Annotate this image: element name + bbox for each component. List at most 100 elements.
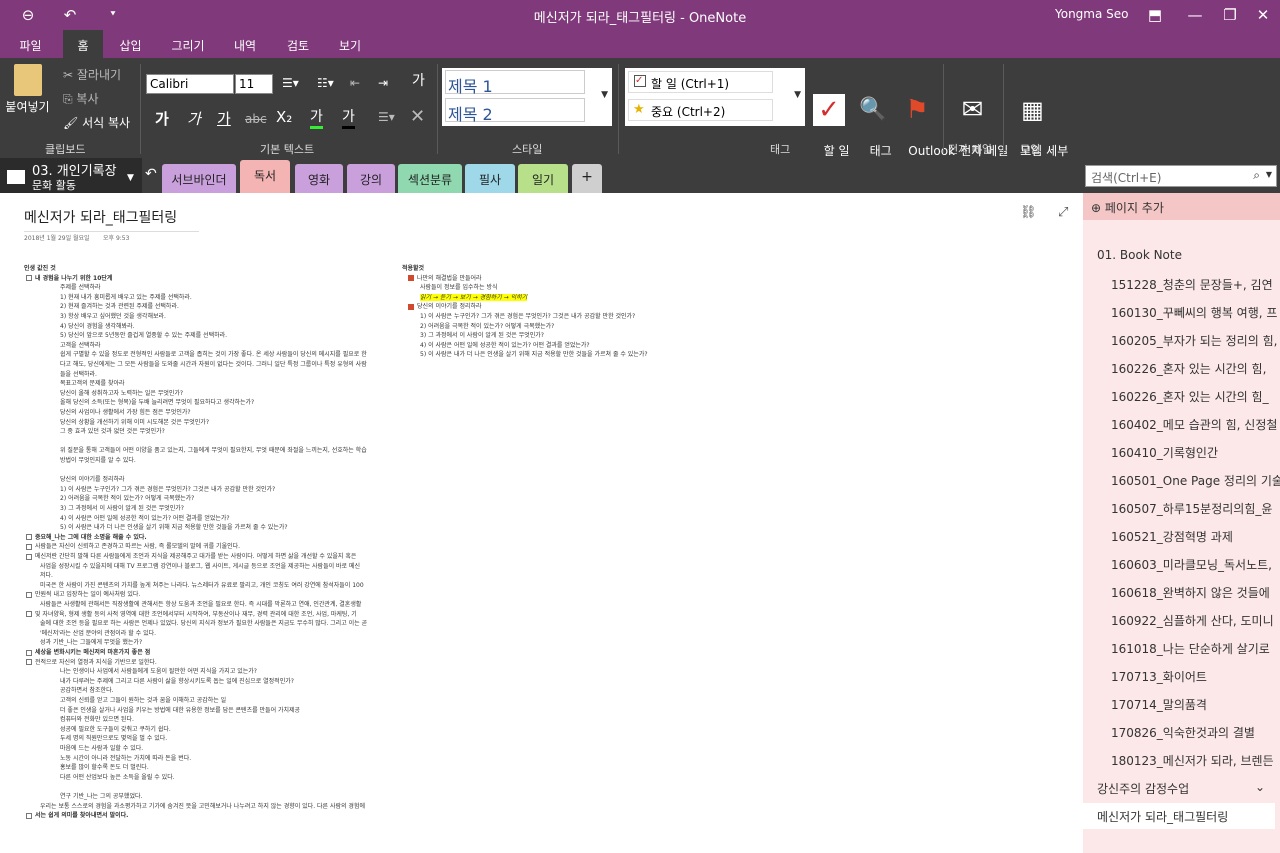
tag-todo[interactable]: ✓ 할 일 (Ctrl+1) xyxy=(628,71,773,93)
page-canvas[interactable]: 메신저가 되라_태그필터링 2018년 1월 29일 월요일 오후 9:53 ⛓… xyxy=(0,193,1083,853)
note-line[interactable]: 주제를 선택하라 xyxy=(60,284,101,292)
italic-button[interactable]: 가 xyxy=(187,108,201,129)
note-line[interactable]: 컴퓨터와 전화만 있으면 된다. xyxy=(60,716,134,724)
search-icon[interactable]: ⌕ xyxy=(1253,168,1260,183)
note-line[interactable]: 5) 당신이 앞으로 5년동안 즐겁게 열중할 수 있는 주제를 선택하라. xyxy=(60,332,227,340)
page-title[interactable]: 메신저가 되라_태그필터링 xyxy=(24,207,199,232)
note-line[interactable]: 방법이 무엇인지를 알 수 있다. xyxy=(60,457,136,465)
checkbox-icon[interactable] xyxy=(26,591,32,598)
note-line[interactable]: 사람들이 정보를 입수하는 방식 xyxy=(420,284,497,292)
note-line[interactable]: 만원씩 내고 입장하는 일이 예사처럼 있다. xyxy=(26,591,140,599)
add-page-button[interactable]: ⊕ 페이지 추가 xyxy=(1083,193,1280,220)
section-group-back-icon[interactable]: ↶ xyxy=(145,166,157,182)
page-list-item[interactable]: 160402_메모 습관의 힘, 신정철 xyxy=(1111,416,1280,433)
font-color-button[interactable]: 가 xyxy=(342,106,355,129)
note-line[interactable]: 저다. xyxy=(40,572,53,580)
outdent-icon[interactable]: ⇤ xyxy=(350,76,360,90)
note-line[interactable]: 당신이 올해 성취하고자 노력하는 일은 무엇인가? xyxy=(60,390,183,398)
bold-button[interactable]: 가 xyxy=(155,108,169,129)
tab-home[interactable]: 홈 xyxy=(63,30,103,58)
note-line[interactable]: 고객의 신뢰를 얻고 그들이 원하는 것과 꿈을 이해하고 공감하는 일 xyxy=(60,697,226,705)
page-list-item[interactable]: 160603_미라클모닝_독서노트, xyxy=(1111,556,1280,573)
underline-button[interactable]: 가 xyxy=(217,108,231,129)
note-line[interactable]: 공감하면서 참조한다. xyxy=(60,687,114,695)
checkbox-icon[interactable] xyxy=(26,275,32,282)
note-line[interactable]: 내가 다루려는 주제에 그리고 다른 사람이 삶을 향상시키도록 돕는 일에 진… xyxy=(60,678,294,686)
note-line[interactable]: 4) 이 사람은 어떤 일에 성공한 적이 있는가? 어떤 결과를 얻었는가? xyxy=(60,515,230,523)
section-tab-movies[interactable]: 영화 xyxy=(295,164,343,193)
note-line[interactable]: 및 자녀양육, 형제 생활 등의 사적 영역에 대한 조언에서부터 시작하여, … xyxy=(26,611,357,619)
close-icon[interactable]: ✕ xyxy=(1243,0,1280,30)
note-line[interactable]: 3) 그 과정에서 이 사람이 알게 된 것은 무엇인가? xyxy=(420,332,544,340)
section-tab-classification[interactable]: 섹션분류 xyxy=(398,164,462,193)
page-list-item[interactable]: 170714_말의품격 xyxy=(1111,696,1280,713)
note-line[interactable]: 연구 기반_나는 그의 공부했었다. xyxy=(60,793,142,801)
note-line[interactable]: 당신의 사업이나 생활에서 가장 힘든 점은 무엇인가? xyxy=(60,409,191,417)
chevron-down-icon[interactable]: ▼ xyxy=(601,90,608,100)
checkbox-icon[interactable] xyxy=(26,611,32,618)
page-list-item[interactable]: 메신저가 되라_태그필터링 xyxy=(1083,803,1275,829)
note-line[interactable]: 들을 선택하라. xyxy=(60,371,97,379)
note-line[interactable]: 4) 당신이 경험을 생각해봐라. xyxy=(60,323,135,331)
page-list-item[interactable]: 160618_완벽하지 않은 것들에 xyxy=(1111,584,1280,601)
note-line[interactable]: 더 좋은 인생을 살거나 사업을 키우는 방법에 대한 유용한 정보를 담은 콘… xyxy=(60,707,300,715)
page-list-item[interactable]: 160130_꾸뻬씨의 행복 여행, 프 xyxy=(1111,304,1280,321)
note-line[interactable]: 3) 항상 배우고 싶어했던 것을 생각해보라. xyxy=(60,313,166,321)
note-line[interactable]: 위 질문을 통해 고객들이 어떤 이양을 품고 있는지, 그들에게 무엇이 필요… xyxy=(60,447,367,455)
tab-draw[interactable]: 그리기 xyxy=(163,30,213,58)
delete-icon[interactable]: ✕ xyxy=(410,106,425,127)
tab-review[interactable]: 검토 xyxy=(278,30,318,58)
page-list-item[interactable]: 160922_심플하게 산다, 도미니 xyxy=(1111,612,1280,629)
tab-insert[interactable]: 삽입 xyxy=(108,30,153,58)
note-line[interactable]: 5) 이 사람은 내가 더 나은 인생을 살기 위해 지금 적용할 만한 것들을… xyxy=(60,524,288,532)
note-line[interactable]: 목표고객의 문제를 찾아라 xyxy=(60,380,125,388)
page-list-item[interactable]: 180123_메신저가 되라, 브렌든 xyxy=(1111,752,1280,769)
note-line[interactable]: 올해 당신의 소득(또는 형복)을 두배 늘리려면 무엇이 필요하다고 생각하는… xyxy=(60,399,254,407)
page-list-item[interactable]: 160521_강점혁명 과제 xyxy=(1111,528,1280,545)
note-line[interactable]: 적용할것 xyxy=(402,265,424,273)
checkbox-icon[interactable] xyxy=(26,534,32,541)
page-list-item[interactable]: 160205_부자가 되는 정리의 힘, xyxy=(1111,332,1280,349)
style-heading-2[interactable]: 제목 2 xyxy=(445,98,585,124)
note-line[interactable]: 쉽게 구별할 수 있을 정도로 전형적인 사람들로 고객을 좁히는 것이 가장 … xyxy=(60,351,367,359)
tab-view[interactable]: 보기 xyxy=(330,30,370,58)
note-line[interactable]: 다른 어떤 산업보다 높은 소득을 올릴 수 있다. xyxy=(60,774,175,782)
user-name[interactable]: Yongma Seo xyxy=(1055,7,1129,21)
strike-button[interactable]: abc xyxy=(245,112,267,126)
note-line[interactable]: 1) 현재 내가 흥미롭게 배우고 있는 주제를 선택하라. xyxy=(60,294,192,302)
note-line[interactable]: 그 중 효과 있던 것과 없던 것은 무엇인가? xyxy=(60,428,165,436)
note-line[interactable]: 내 경험을 나누기 위한 10단계 xyxy=(26,275,112,283)
note-line[interactable]: 인생 값진 것 xyxy=(24,265,56,273)
cut-button[interactable]: ✂ 잘라내기 xyxy=(63,66,121,83)
indent-icon[interactable]: ⇥ xyxy=(378,76,388,90)
note-line[interactable]: 성공에 필요한 도구들이 갖춰고 쿠하기 쉽다. xyxy=(60,726,171,734)
tab-file[interactable]: 파일 xyxy=(8,30,53,58)
font-size-field[interactable]: 11 xyxy=(235,74,273,94)
note-line[interactable]: 2) 어려움을 극복한 적이 있는가? 어떻게 극복했는가? xyxy=(60,495,194,503)
note-line[interactable]: 당신의 이야기를 정리하라 xyxy=(60,476,125,484)
note-line[interactable]: 읽기 → 듣기 → 보기 → 경험하기 → 익히기 xyxy=(420,293,528,302)
font-name-field[interactable]: Calibri xyxy=(146,74,234,94)
checkbox-icon[interactable] xyxy=(26,649,32,656)
page-list-item[interactable]: 160226_혼자 있는 시간의 힘_ xyxy=(1111,388,1280,405)
copy-button[interactable]: ⎘ 복사 xyxy=(63,90,99,107)
chevron-down-icon[interactable]: ⌄ xyxy=(1255,780,1265,794)
note-line[interactable]: '메신저'라는 산업 분야의 관점이라 할 수 있다. xyxy=(40,630,156,638)
search-input[interactable]: 검색(Ctrl+E) ⌕ ▼ xyxy=(1085,165,1277,187)
checkbox-icon[interactable] xyxy=(26,553,32,560)
note-line[interactable]: 메신저란 간단히 말해 다른 사람들에게 조언과 지식을 제공해주고 대가를 받… xyxy=(26,553,356,561)
note-line[interactable]: 노동 시간이 아니라 전달하는 가치에 따라 돈을 번다. xyxy=(60,755,191,763)
section-tab-transcription[interactable]: 필사 xyxy=(465,164,515,193)
note-line[interactable]: 성과 기반_나는 그들에게 무엇을 했는가? xyxy=(40,639,142,647)
format-painter-button[interactable]: 🖌 서식 복사 xyxy=(63,114,130,131)
align-icon[interactable]: ☰▾ xyxy=(378,110,395,124)
expand-icon[interactable]: ⤢ xyxy=(1058,205,1068,220)
note-line[interactable]: 전적으로 자신의 열정과 지식을 기반으로 일한다. xyxy=(26,659,157,667)
section-tab-diary[interactable]: 일기 xyxy=(518,164,568,193)
numbering-icon[interactable]: ☷▾ xyxy=(317,76,334,90)
page-list-item[interactable]: 강신주의 감정수업 ⌄ xyxy=(1097,780,1267,797)
note-line[interactable]: 당신의 상황을 개선하기 위해 이미 시도해본 것은 무엇인가? xyxy=(60,419,209,427)
note-line[interactable]: 2) 현재 즐겨하는 것과 관련된 주제를 선택하라. xyxy=(60,303,179,311)
note-line[interactable]: 우리는 보통 스스로의 경험을 과소평가하고 기가에 숨겨진 뜻을 고민해보거나… xyxy=(40,803,365,811)
page-list-item[interactable]: 151228_청춘의 문장들+, 김연 xyxy=(1111,276,1280,293)
